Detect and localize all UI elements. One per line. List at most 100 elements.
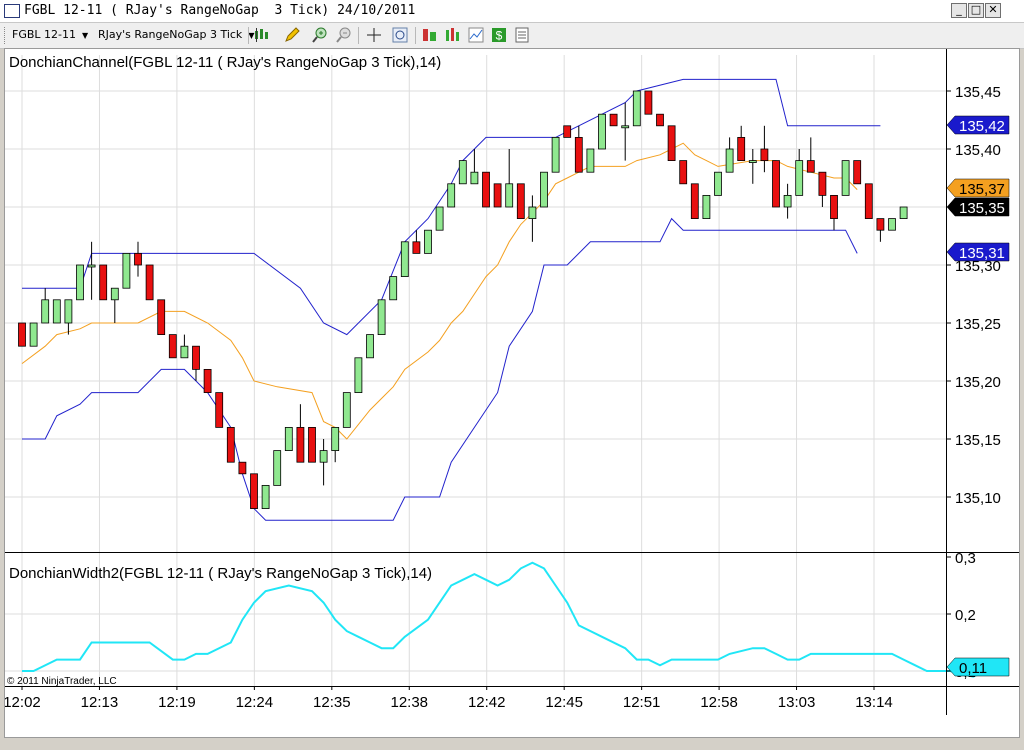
draw-pencil-icon[interactable]	[283, 26, 301, 44]
candle-body	[493, 183, 502, 208]
y-tick-label: 135,25	[955, 316, 1001, 333]
y-tick-label: 135,40	[955, 142, 1001, 159]
candle-body	[203, 368, 212, 393]
copyright: © 2011 NinjaTrader, LLC	[7, 676, 117, 687]
candle-body	[145, 264, 154, 301]
instrument-label: FGBL 12-11	[12, 28, 76, 41]
y-tick-label: 135,15	[955, 432, 1001, 449]
x-tick-label: 12:13	[81, 694, 119, 711]
candle-body	[598, 113, 606, 150]
x-tick-label: 12:24	[236, 694, 274, 711]
candle-body	[632, 90, 641, 127]
candle-body	[505, 183, 514, 208]
candle-body	[888, 218, 896, 231]
candle-body	[679, 160, 688, 185]
close-button[interactable]: ✕	[985, 3, 1001, 18]
instrument-selector[interactable]: FGBL 12-11 ▼	[12, 28, 88, 41]
svg-text:$: $	[496, 29, 503, 43]
zoom-in-icon[interactable]	[311, 26, 329, 44]
upper-band-price-label: 135,42	[946, 115, 1010, 135]
chart-canvas[interactable]: 12:02 12:13 12:19 12:24 12:35 12:38 12:42 12:45…	[5, 49, 1019, 737]
candle-body	[250, 473, 258, 509]
candle-body	[157, 299, 166, 335]
candle-body	[192, 345, 200, 370]
candle-body	[296, 426, 305, 463]
candle-body	[574, 136, 583, 173]
candle-body	[772, 160, 780, 208]
x-tick-label: 12:02	[5, 694, 41, 711]
candle-body	[563, 125, 572, 138]
strategies-icon[interactable]	[421, 26, 439, 44]
candle-body	[667, 125, 676, 162]
width-value-label: 0,11	[946, 657, 1010, 677]
candle-body	[714, 171, 722, 196]
candle-body	[400, 241, 409, 278]
minimize-button[interactable]: _	[951, 3, 967, 18]
indicator-panel-title: DonchianWidth2(FGBL 12-11 ( RJay's Range…	[9, 565, 432, 582]
candle-body	[424, 229, 432, 254]
candle-body	[783, 194, 792, 208]
chart-properties-icon[interactable]	[467, 26, 485, 44]
candle-body	[238, 461, 247, 475]
candle-body	[806, 160, 815, 173]
upper-band-price-label-text: 135,42	[959, 118, 1005, 135]
candle-body	[52, 299, 61, 324]
data-box-icon[interactable]	[513, 26, 531, 44]
toolbar-grip[interactable]	[4, 27, 8, 44]
candle-body	[41, 299, 50, 324]
candlestick-style-icon[interactable]	[253, 26, 271, 44]
y-tick-label: 135,45	[955, 84, 1001, 101]
indicators-icon[interactable]	[444, 26, 462, 44]
candle-body	[528, 206, 537, 219]
candle-body	[377, 299, 386, 335]
candle-body	[226, 426, 235, 463]
y-tick-label: 135,20	[955, 374, 1001, 391]
candle-body	[864, 183, 873, 220]
candle-body	[644, 90, 653, 115]
price-panel-title: DonchianChannel(FGBL 12-11 ( RJay's Rang…	[9, 54, 441, 71]
candle-body	[389, 276, 398, 301]
candle-body	[876, 218, 885, 231]
crosshair-icon[interactable]	[365, 26, 383, 44]
candle-body	[87, 264, 96, 268]
width-value-label-text: 0,11	[959, 660, 987, 677]
middle-line-price-label: 135,37	[946, 178, 1010, 198]
middle-line-price-label-text: 135,37	[959, 181, 1005, 198]
chart-toolbar: FGBL 12-11 ▼ RJay's RangeNoGap 3 Tick ▼ $	[0, 23, 1024, 49]
toolbar-separator	[415, 27, 416, 44]
grid	[5, 55, 946, 686]
y-tick-label: 0,2	[955, 607, 976, 624]
last-price-label-text: 135,35	[959, 200, 1005, 217]
period-selector[interactable]: RJay's RangeNoGap 3 Tick ▼	[98, 28, 254, 41]
lower-band-price-label: 135,31	[946, 242, 1010, 262]
zoom-out-icon[interactable]	[335, 26, 353, 44]
x-tick-label: 12:19	[158, 694, 196, 711]
last-price-label: 135,35	[946, 197, 1010, 217]
candle-body	[261, 484, 270, 509]
candle-body	[273, 450, 282, 486]
candle-body	[760, 148, 769, 162]
x-tick-label: 13:14	[855, 694, 893, 711]
candle-body	[331, 426, 340, 451]
magnifier-icon[interactable]	[391, 26, 409, 44]
candle-body	[122, 252, 131, 289]
candle-body	[795, 160, 804, 196]
candle-body	[435, 206, 444, 231]
candle-body	[180, 345, 189, 359]
candle-body	[853, 160, 862, 185]
x-tick-label: 12:45	[545, 694, 583, 711]
candle-body	[540, 171, 548, 208]
toolbar-separator	[358, 27, 359, 44]
x-tick-label: 12:58	[700, 694, 738, 711]
maximize-button[interactable]: □	[968, 3, 984, 18]
candle-body	[354, 357, 363, 393]
lower-band-price-label-text: 135,31	[959, 245, 1005, 262]
price-panel	[18, 78, 908, 521]
candle-body	[29, 322, 38, 347]
x-tick-label: 12:35	[313, 694, 351, 711]
candle-body	[830, 194, 838, 219]
candle-body	[308, 426, 316, 463]
dollar-icon[interactable]: $	[490, 26, 508, 44]
y-tick-label: 135,10	[955, 490, 1001, 507]
candle-body	[76, 264, 84, 301]
